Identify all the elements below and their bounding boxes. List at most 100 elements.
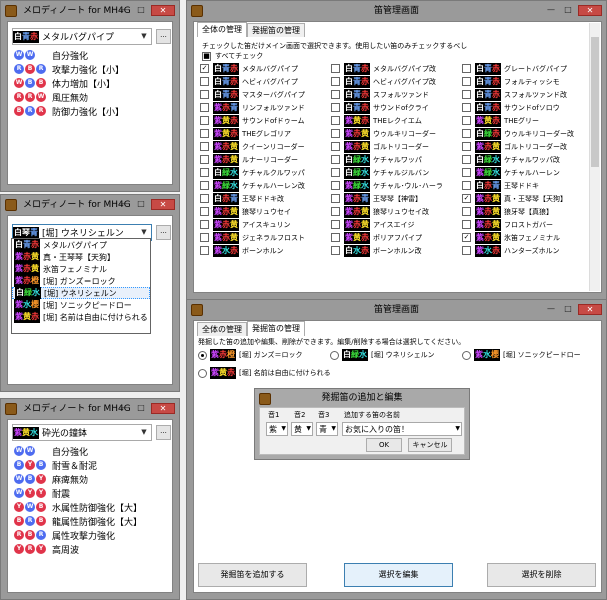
tab-overall[interactable]: 全体の管理: [197, 322, 247, 336]
horn-checkbox[interactable]: [331, 168, 340, 177]
horn-checkbox[interactable]: [331, 129, 340, 138]
note1-select[interactable]: 紫 ▼: [266, 422, 288, 436]
horn-item[interactable]: 紫緑水ケチャルハーレン改: [200, 179, 331, 192]
note2-select[interactable]: 黄 ▼: [291, 422, 313, 436]
horn-checkbox[interactable]: [331, 142, 340, 151]
horn-checkbox[interactable]: [462, 90, 471, 99]
horn-checkbox[interactable]: [462, 246, 471, 255]
close-icon[interactable]: ✕: [578, 303, 602, 315]
horn-item[interactable]: 白青赤サウンドofソロウ: [462, 101, 593, 114]
horn-checkbox[interactable]: [331, 233, 340, 242]
horn-item[interactable]: 紫黄赤ポリアフパイプ: [331, 231, 462, 244]
horn-item[interactable]: 紫赤黄クイーンリコーダー: [200, 140, 331, 153]
horn-item[interactable]: 紫赤黄アイスエイジ: [331, 218, 462, 231]
horn-item[interactable]: 白緑水ケチャルジルバン: [331, 166, 462, 179]
maximize-icon[interactable]: □: [561, 5, 575, 16]
horn-item[interactable]: 紫黄赤 THEレクイエム: [331, 114, 462, 127]
excavated-item[interactable]: 紫赤橙 [堀] ガンズ＝ロック: [198, 348, 303, 362]
horn-checkbox[interactable]: [462, 64, 471, 73]
horn-item[interactable]: 紫赤黄ルナーリコーダー: [200, 153, 331, 166]
radio-button[interactable]: [198, 368, 207, 378]
horn-item[interactable]: 紫赤黄ゴルトリコーダー: [331, 140, 462, 153]
horn-item[interactable]: 白青赤スフォルツァンド: [331, 88, 462, 101]
horn-checkbox[interactable]: [331, 194, 340, 203]
more-button[interactable]: ...: [156, 29, 171, 44]
horn-item[interactable]: 白緑赤ウゥルキリコーダー改: [462, 127, 593, 140]
maximize-icon[interactable]: □: [561, 304, 575, 315]
horn-checkbox[interactable]: [200, 129, 209, 138]
horn-checkbox[interactable]: [331, 181, 340, 190]
horn-item[interactable]: 白赤青王琴ドドキ: [462, 179, 593, 192]
horn-item[interactable]: 白緑水ケチャルワッパ: [331, 153, 462, 166]
add-excavated-button[interactable]: 発掘笛を追加する: [198, 563, 307, 587]
excavated-item[interactable]: 紫黄赤 [堀] 名前は自由に付けられる: [198, 366, 331, 380]
dropdown-option[interactable]: 紫赤黄真・王琴琴【天狗】: [12, 251, 150, 263]
horn-item[interactable]: 紫緑水ケチャルハーレン: [462, 166, 593, 179]
horn-item[interactable]: 白青赤ヘビィバグパイプ: [200, 75, 331, 88]
close-icon[interactable]: ✕: [578, 4, 602, 16]
horn-checkbox[interactable]: [462, 103, 471, 112]
horn-checkbox[interactable]: [200, 155, 209, 164]
tab-excavated[interactable]: 発掘笛の管理: [247, 23, 305, 37]
minimize-icon[interactable]: —: [117, 403, 131, 414]
horn-checkbox[interactable]: [200, 207, 209, 216]
horn-item[interactable]: 紫赤黄アイスキュリン: [200, 218, 331, 231]
maximize-icon[interactable]: □: [134, 5, 148, 16]
dropdown-option[interactable]: 白青赤メタルバグパイプ: [12, 239, 150, 251]
horn-checkbox[interactable]: [200, 233, 209, 242]
horn-item[interactable]: 白赤青王琴ドドキ改: [200, 192, 331, 205]
horn-item[interactable]: 紫赤黄ジェネラルフロスト: [200, 231, 331, 244]
horn-checkbox[interactable]: [462, 116, 471, 125]
horn-item[interactable]: 紫赤黄ウゥルキリコーダー: [331, 127, 462, 140]
scrollbar-thumb[interactable]: [591, 37, 599, 167]
horn-item[interactable]: 白緑水ケチャルワッパ改: [462, 153, 593, 166]
horn-item[interactable]: 白青赤マスターバグパイプ: [200, 88, 331, 101]
minimize-icon[interactable]: —: [544, 5, 558, 16]
horn-item[interactable]: 紫黄赤 THEグリー: [462, 114, 593, 127]
horn-item[interactable]: 紫赤黄狼牙琴【真狼】: [462, 205, 593, 218]
horn-item[interactable]: ✓ 白青赤メタルバグパイプ: [200, 62, 331, 75]
horn-checkbox[interactable]: [331, 64, 340, 73]
horn-item[interactable]: 白青赤メタルバグパイプ改: [331, 62, 462, 75]
horn-checkbox[interactable]: [331, 246, 340, 255]
dropdown-option[interactable]: 白緑水 [堀] ウネリシェルン: [12, 287, 150, 299]
dropdown-option[interactable]: 紫赤橙 [堀] ガンズ＝ロック: [12, 275, 150, 287]
close-icon[interactable]: ✕: [151, 4, 175, 16]
horn-item[interactable]: 紫黄赤サウンドofドゥーム: [200, 114, 331, 127]
horn-checkbox[interactable]: [331, 220, 340, 229]
horn-checkbox[interactable]: [200, 220, 209, 229]
horn-checkbox[interactable]: ✓: [462, 194, 471, 203]
horn-item[interactable]: 紫赤青リンフォルツァンド: [200, 101, 331, 114]
horn-item[interactable]: 白緑水ケチャルクルワッパ: [200, 166, 331, 179]
minimize-icon[interactable]: —: [117, 199, 131, 210]
horn-item[interactable]: 紫黄赤 THEグレゴリア: [200, 127, 331, 140]
horn-checkbox[interactable]: [331, 207, 340, 216]
horn-checkbox[interactable]: [331, 103, 340, 112]
horn-checkbox[interactable]: [462, 168, 471, 177]
horn-item[interactable]: 白青赤グレートバグパイプ: [462, 62, 593, 75]
horn-checkbox[interactable]: [462, 207, 471, 216]
horn-item[interactable]: ✓ 紫赤黄真・王琴琴【天狗】: [462, 192, 593, 205]
horn-select[interactable]: 紫黄水砕光の鐘鉢 ▼: [12, 424, 152, 441]
horn-item[interactable]: 紫赤青王琴琴【神雷】: [331, 192, 462, 205]
horn-item[interactable]: 紫水赤ボーンホルン: [200, 244, 331, 257]
radio-button[interactable]: [198, 350, 207, 360]
horn-checkbox[interactable]: [200, 168, 209, 177]
horn-item[interactable]: 白青赤フォルティッシモ: [462, 75, 593, 88]
horn-checkbox[interactable]: [200, 103, 209, 112]
dropdown-option[interactable]: 紫水櫻 [堀] ソニックピードロー: [12, 299, 150, 311]
horn-checkbox[interactable]: [200, 116, 209, 125]
minimize-icon[interactable]: —: [544, 304, 558, 315]
horn-checkbox[interactable]: ✓: [200, 64, 209, 73]
horn-item[interactable]: 白水赤ボーンホルン改: [331, 244, 462, 257]
edit-selected-button[interactable]: 選択を編集: [344, 563, 453, 587]
horn-checkbox[interactable]: [200, 194, 209, 203]
tab-overall[interactable]: 全体の管理: [197, 22, 247, 37]
excavated-item[interactable]: 紫水櫻 [堀] ソニックピードロー: [462, 348, 581, 362]
horn-checkbox[interactable]: [331, 77, 340, 86]
delete-selected-button[interactable]: 選択を削除: [487, 563, 596, 587]
horn-checkbox[interactable]: [462, 155, 471, 164]
radio-button[interactable]: [462, 350, 471, 360]
maximize-icon[interactable]: □: [134, 403, 148, 414]
horn-checkbox[interactable]: [331, 90, 340, 99]
